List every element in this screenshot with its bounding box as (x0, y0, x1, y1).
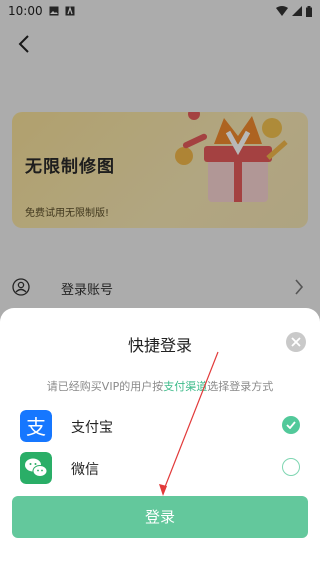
sheet-title: 快捷登录 (127, 336, 192, 355)
close-icon (291, 337, 301, 347)
svg-text:支: 支 (26, 415, 46, 439)
close-button[interactable] (286, 332, 306, 352)
quick-login-sheet: 快捷登录 请已经购买VIP的用户按支付渠道选择登录方式 支 支付宝 微信 登录 (0, 308, 320, 569)
wechat-icon (20, 452, 52, 484)
payment-channel-link: 支付渠道 (163, 380, 208, 393)
hint-prefix: 请已经购买VIP的用户按 (46, 380, 164, 393)
wechat-radio[interactable] (282, 458, 300, 476)
login-button[interactable]: 登录 (12, 496, 308, 538)
option-wechat[interactable]: 微信 (20, 452, 308, 484)
check-icon (286, 421, 296, 429)
sheet-hint: 请已经购买VIP的用户按支付渠道选择登录方式 (0, 378, 320, 394)
hint-suffix: 选择登录方式 (207, 380, 274, 393)
alipay-icon: 支 (20, 410, 52, 442)
alipay-radio[interactable] (282, 416, 300, 434)
option-alipay-label: 支付宝 (71, 420, 113, 436)
option-wechat-label: 微信 (71, 462, 99, 478)
option-alipay[interactable]: 支 支付宝 (20, 410, 308, 442)
